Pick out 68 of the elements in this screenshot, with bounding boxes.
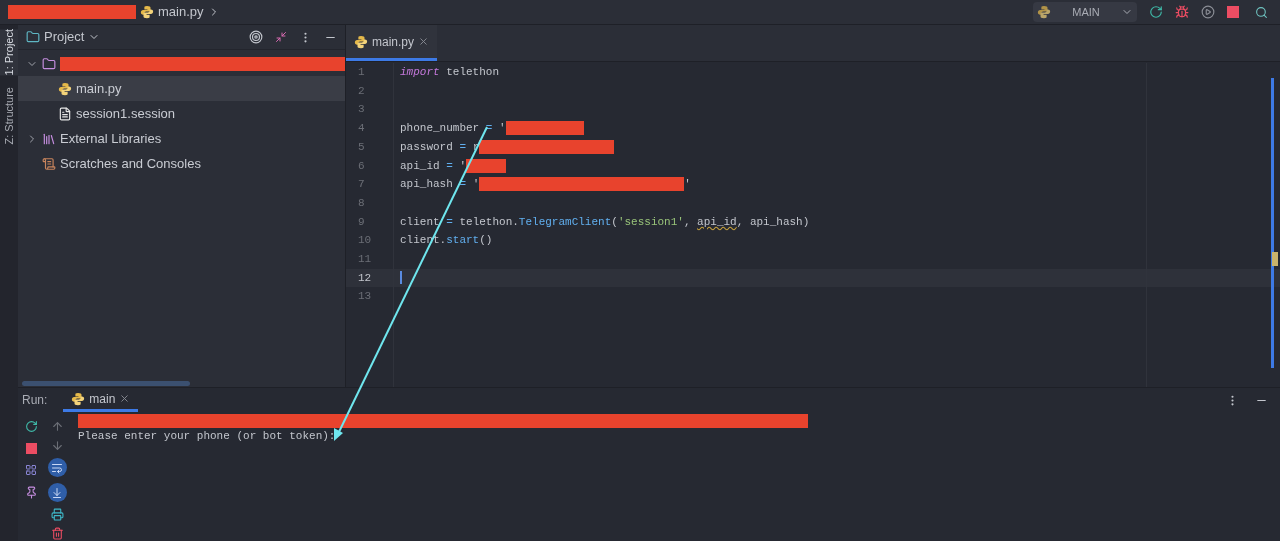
download-icon [51, 486, 63, 499]
line-number: 11 [358, 251, 372, 267]
target-icon[interactable] [249, 30, 263, 44]
bug-icon[interactable] [1175, 5, 1189, 19]
soft-wrap-button[interactable] [47, 458, 67, 477]
file-icon [58, 106, 72, 121]
tree-item-label: Scratches and Consoles [60, 154, 201, 173]
line-number: 12 [358, 270, 372, 286]
scrollbar-icon[interactable] [22, 380, 190, 386]
trash-icon[interactable] [50, 527, 64, 540]
rerun-icon[interactable] [1149, 5, 1163, 19]
code-line: api_id = ' [400, 157, 507, 175]
up-arrow-icon[interactable] [50, 420, 64, 433]
side-tab[interactable]: Z: Structure [0, 87, 18, 145]
play-circle-icon[interactable] [1201, 5, 1215, 19]
tree-item-label: session1.session [76, 104, 175, 123]
line-number: 8 [358, 195, 365, 211]
line-number: 13 [358, 289, 372, 305]
text-cursor [400, 271, 402, 285]
down-arrow-icon[interactable] [50, 439, 64, 452]
console-output: Please enter your phone (or bot token): [78, 428, 336, 444]
close-icon[interactable] [119, 393, 131, 404]
close-icon[interactable] [418, 36, 430, 47]
tree-item[interactable]: Scratches and Consoles [18, 151, 345, 176]
code-line: import telethon [400, 65, 500, 81]
scratches-icon [42, 156, 56, 171]
line-number: 10 [358, 233, 372, 249]
tree-item-label: main.py [76, 79, 122, 98]
line-number: 5 [358, 139, 365, 155]
tree-item-label: External Libraries [60, 129, 162, 148]
folder-icon [26, 30, 40, 44]
code-line: password = r [400, 138, 615, 156]
python-icon [1037, 5, 1051, 19]
search-icon[interactable] [1255, 5, 1268, 19]
line-number: 3 [358, 102, 365, 118]
tree-item[interactable]: main.py [18, 76, 345, 101]
python-file-icon [354, 34, 368, 49]
panel-title[interactable]: Project [44, 27, 85, 47]
layout-icon[interactable] [25, 464, 37, 476]
python-file-icon [71, 391, 86, 406]
line-number: 9 [358, 214, 365, 230]
warning-stripe-icon [1272, 252, 1278, 266]
collapse-icon[interactable] [275, 31, 287, 43]
wrap-icon [51, 461, 63, 474]
python-file-icon [140, 5, 154, 19]
run-label: Run: [22, 392, 48, 409]
python-file-icon [58, 81, 72, 96]
line-number: 6 [358, 158, 365, 174]
side-tab[interactable]: 1: Project [0, 29, 18, 76]
editor-tab[interactable]: main.py [346, 25, 438, 61]
line-number: 1 [358, 65, 365, 81]
run-config-dropdown[interactable]: MAIN [1033, 2, 1137, 22]
stop-icon[interactable] [25, 443, 37, 454]
pin-icon[interactable] [24, 486, 38, 499]
line-number: 4 [358, 121, 365, 137]
tree-item[interactable]: session1.session [18, 101, 345, 126]
line-number: 2 [358, 83, 365, 99]
folder-icon [42, 56, 56, 71]
scrollbar-icon[interactable] [1271, 78, 1274, 368]
printer-icon[interactable] [50, 508, 64, 521]
code-line: client = telethon.TelegramClient('session1', api_id, api_hash) [400, 214, 810, 230]
line-number: 7 [358, 177, 365, 193]
redaction-mark [466, 158, 507, 173]
scroll-to-end-button[interactable] [47, 483, 67, 502]
library-icon [42, 131, 56, 146]
rerun-icon[interactable] [24, 420, 38, 433]
breadcrumb-item[interactable]: main.py [158, 2, 204, 22]
tree-item[interactable]: External Libraries [18, 126, 345, 151]
